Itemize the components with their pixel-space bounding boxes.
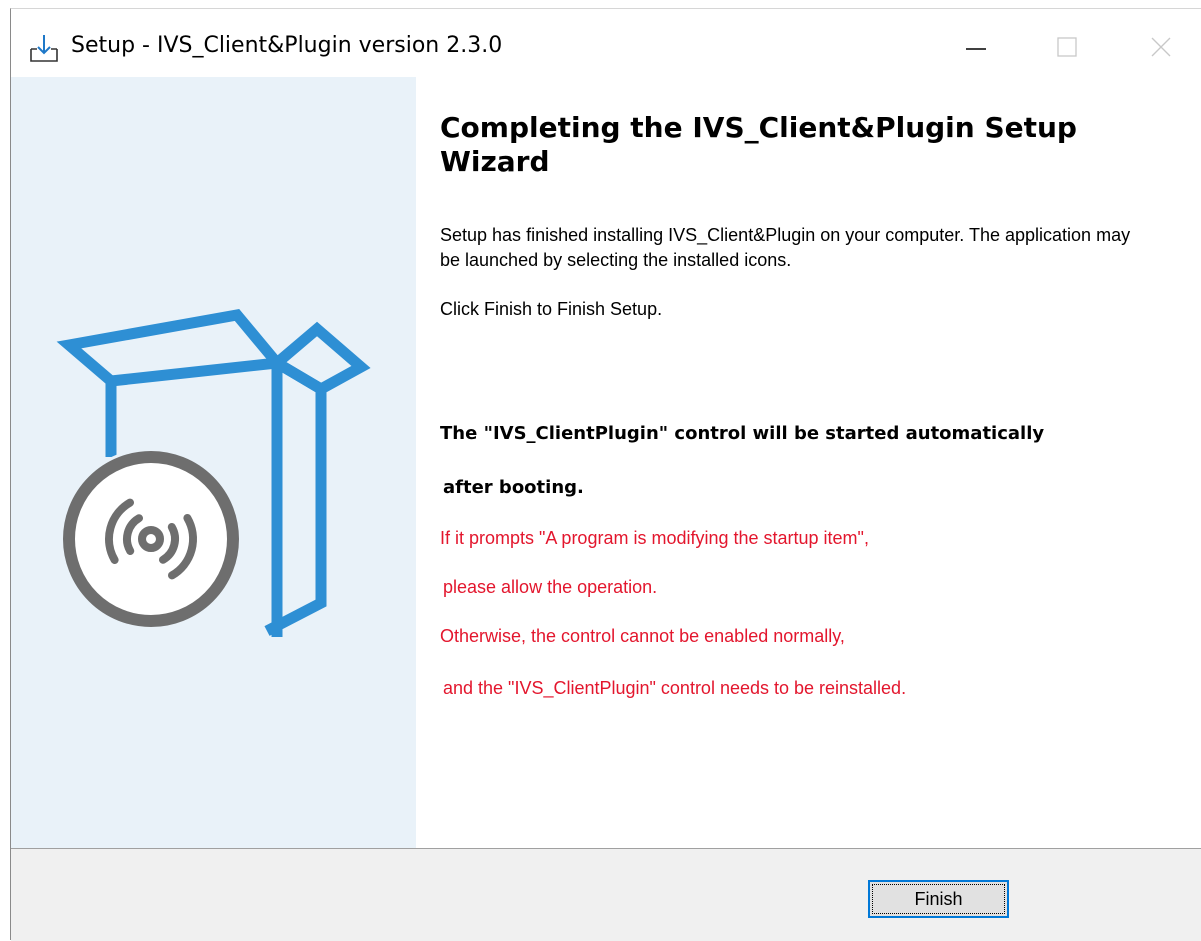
click-finish-instruction: Click Finish to Finish Setup.: [440, 299, 663, 319]
warning-line-1: If it prompts "A program is modifying th…: [440, 528, 869, 548]
warning-line-4: and the "IVS_ClientPlugin" control needs…: [443, 678, 907, 698]
setup-install-icon: [27, 31, 61, 65]
finish-button[interactable]: Finish: [868, 880, 1009, 918]
finished-message: Setup has finished installing IVS_Client…: [440, 225, 1131, 270]
setup-window: Setup - IVS_Client&Plugin version 2.3.0: [10, 8, 1201, 941]
warning-line-3: Otherwise, the control cannot be enabled…: [440, 626, 845, 646]
title-bar[interactable]: Setup - IVS_Client&Plugin version 2.3.0: [11, 9, 1201, 77]
window-title: Setup - IVS_Client&Plugin version 2.3.0: [71, 33, 503, 58]
wizard-sidebar: [11, 77, 416, 848]
box-disc-graphic: [56, 309, 371, 637]
maximize-icon: [1047, 27, 1087, 67]
wizard-content: Completing the IVS_Client&Plugin Setup W…: [416, 77, 1201, 848]
warning-line-2: please allow the operation.: [443, 577, 658, 597]
page-title: Completing the IVS_Client&Plugin Setup W…: [440, 111, 1077, 178]
notice-line-1: The "IVS_ClientPlugin" control will be s…: [440, 423, 1045, 444]
minimize-icon[interactable]: [956, 27, 996, 67]
finish-button-label: Finish: [914, 889, 963, 909]
close-icon[interactable]: [1141, 27, 1181, 67]
notice-line-2: after booting.: [443, 477, 584, 498]
button-bar: Finish: [11, 848, 1201, 941]
